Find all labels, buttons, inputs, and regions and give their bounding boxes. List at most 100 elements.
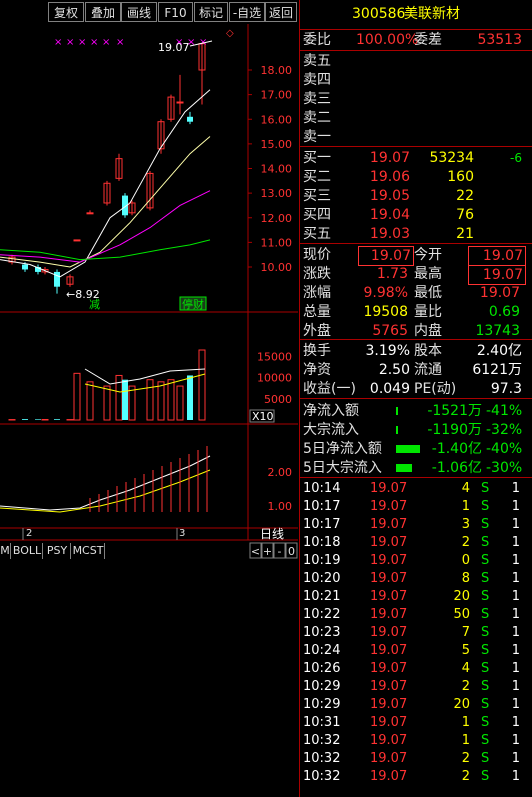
volume-bar (41, 418, 49, 421)
buy-row[interactable]: 买四 19.04 76 (300, 206, 532, 224)
buy-row[interactable]: 买一 19.07 53234 -6 (300, 149, 532, 167)
tick-row: 10:20 19.07 8 S 1 (300, 570, 532, 588)
quote-value-2: 19.07 (479, 285, 520, 301)
tick-time: 10:23 (303, 625, 341, 640)
quote-label: 换手 (303, 343, 331, 359)
flow-pct: -32% (486, 422, 523, 438)
tick-row: 10:22 19.07 50 S 1 (300, 606, 532, 624)
tick-count: 1 (511, 499, 520, 514)
toolbar-button-0[interactable]: 复权 (48, 2, 84, 22)
candle-body (187, 116, 193, 122)
toolbar-button-1[interactable]: 叠加 (85, 2, 121, 22)
sell-row: 卖四 (300, 71, 532, 89)
buy-label: 买四 (303, 207, 331, 223)
stock-name: 美联新材 (404, 6, 460, 22)
tick-count: 1 (511, 625, 520, 640)
kline-chart[interactable]: 18.00 17.00 16.00 15.00 14.00 13.00 12.00 11.00… (0, 24, 298, 564)
date-mark: 2 (26, 528, 32, 539)
quote-value-2: 13743 (475, 323, 520, 339)
tick-count: 1 (511, 553, 520, 568)
quote-label-2: 流通 (414, 362, 442, 378)
high-price-label: 19.07 (158, 41, 190, 54)
stock-code: 300586 (352, 6, 406, 22)
flow-value: -1190万 (427, 422, 482, 438)
tick-time: 10:32 (303, 769, 341, 784)
tick-side: S (481, 481, 490, 496)
indicator-tab-boll[interactable]: BOLL (12, 543, 43, 559)
quote-row: 换手 3.19% 股本 2.40亿 (300, 342, 532, 360)
tick-volume: 7 (461, 625, 470, 640)
tick-row: 10:17 19.07 1 S 1 (300, 498, 532, 516)
tick-volume: 3 (461, 517, 470, 532)
tick-volume: 1 (461, 499, 470, 514)
tick-time: 10:14 (303, 481, 341, 496)
quote-label-2: 量比 (414, 304, 442, 320)
diamond-mark: ◇ (226, 28, 234, 39)
quote-row: 收益(一) 0.049 PE(动) 97.3 (300, 380, 532, 398)
toolbar-button-4[interactable]: 标记 (194, 2, 228, 22)
indicator-tab-m[interactable]: M (0, 543, 11, 559)
sell-label: 卖四 (303, 72, 331, 88)
buy-row[interactable]: 买五 19.03 21 (300, 225, 532, 243)
quote-panel: 300586 美联新材 委比 100.00% 委差 53513 卖五 卖四 卖三 卖二… (299, 0, 532, 797)
toolbar-button-3[interactable]: F10 (158, 2, 193, 22)
tick-count: 1 (511, 715, 520, 730)
quote-label: 现价 (303, 247, 331, 263)
candle-body (176, 101, 184, 104)
tick-side: S (481, 733, 490, 748)
st-mark: × (66, 37, 74, 48)
tick-side: S (481, 697, 490, 712)
tick-price: 19.07 (370, 499, 408, 514)
tick-count: 1 (511, 517, 520, 532)
buy-volume: 21 (456, 226, 474, 242)
tick-count: 1 (511, 733, 520, 748)
sell-label: 卖一 (303, 129, 331, 145)
flow-label: 大宗流入 (303, 422, 359, 438)
buy-row[interactable]: 买三 19.05 22 (300, 187, 532, 205)
st-mark: × (102, 37, 110, 48)
volume-bar (54, 419, 60, 420)
candle-body (73, 239, 81, 242)
sell-row: 卖一 (300, 128, 532, 146)
indicator-tab-psy[interactable]: PSY (44, 543, 71, 559)
quote-row: 总量 19508 量比 0.69 (300, 303, 532, 321)
tick-row: 10:32 19.07 2 S 1 (300, 768, 532, 786)
tick-time: 10:18 (303, 535, 341, 550)
sell-label: 卖五 (303, 53, 331, 69)
st-mark: × (90, 37, 98, 48)
toolbar-button-6[interactable]: 返回 (265, 2, 297, 22)
tick-time: 10:22 (303, 607, 341, 622)
buy-volume: 160 (447, 169, 474, 185)
tick-count: 1 (511, 589, 520, 604)
tick-price: 19.07 (370, 643, 408, 658)
quote-label: 净资 (303, 362, 331, 378)
tick-row: 10:32 19.07 1 S 1 (300, 732, 532, 750)
flow-label: 5日大宗流入 (303, 460, 382, 476)
nav-button: - (278, 545, 282, 558)
buy-label: 买三 (303, 188, 331, 204)
tick-side: S (481, 751, 490, 766)
tick-time: 10:20 (303, 571, 341, 586)
quote-label: 涨幅 (303, 285, 331, 301)
toolbar-button-2[interactable]: 画线 (121, 2, 157, 22)
buy-price: 19.06 (369, 169, 410, 185)
buy-row[interactable]: 买二 19.06 160 (300, 168, 532, 186)
tick-price: 19.07 (370, 751, 408, 766)
tick-price: 19.07 (370, 715, 408, 730)
weicha-value: 53513 (477, 32, 522, 48)
tick-volume: 0 (461, 553, 470, 568)
toolbar-button-5[interactable]: -自选 (229, 2, 265, 22)
tick-price: 19.07 (370, 571, 408, 586)
buy-change: -6 (510, 151, 522, 165)
tick-volume: 1 (461, 715, 470, 730)
tick-count: 1 (511, 607, 520, 622)
indicator-tab-mcst[interactable]: MCST (72, 543, 105, 559)
tick-price: 19.07 (370, 769, 408, 784)
volume-bar (146, 379, 154, 421)
nav-button: + (263, 545, 272, 558)
tick-side: S (481, 589, 490, 604)
flow-value: -1.40亿 (431, 441, 482, 457)
buy-price: 19.03 (369, 226, 410, 242)
tick-volume: 2 (461, 751, 470, 766)
quote-value: 5765 (372, 323, 408, 339)
